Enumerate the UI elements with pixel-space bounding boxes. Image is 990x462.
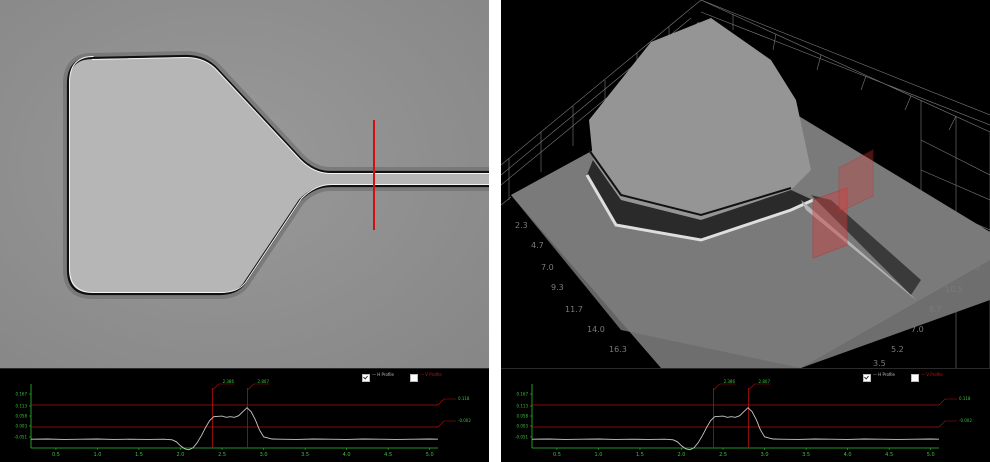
- x-tick-label: 4.5: [885, 452, 893, 458]
- x-tick-label: 1.5: [135, 452, 143, 458]
- v-profile-legend: — V Profile: [420, 372, 442, 377]
- y-axis-tick-label: 12.2: [963, 263, 981, 272]
- x-tick-label: 2.5: [218, 452, 226, 458]
- level-line-low-leader: [437, 420, 456, 428]
- y-tick-label: 0.167: [517, 392, 529, 397]
- level-high-label: 0.118: [458, 396, 470, 401]
- level-line-low-leader: [938, 420, 957, 428]
- x-tick-label: 1.0: [93, 452, 101, 458]
- cursor-label: 2.386: [724, 379, 736, 384]
- surface-3d-view[interactable]: 2.3 4.7 7.0 9.3 11.7 14.0 16.3 14.7 12.2 10.5 8.7…: [501, 0, 990, 368]
- v-profile-checkbox[interactable]: [410, 374, 418, 382]
- profile-plot-right: 0.167 0.113 0.058 0.003 -0.051 0.5 1.0 1.5 2.0 2.…: [501, 369, 990, 462]
- level-line-high-leader: [437, 398, 456, 406]
- y-tick-label: 0.113: [16, 404, 28, 409]
- y-tick-label: -0.051: [14, 435, 27, 440]
- y-tick-label: -0.051: [515, 435, 528, 440]
- level-high-label: 0.118: [959, 396, 971, 401]
- y-tick-label: 0.003: [16, 424, 28, 429]
- y-tick-label: 0.058: [517, 414, 529, 419]
- h-profile-checkbox-right[interactable]: [863, 374, 871, 382]
- profile-plot: 0.167 0.113 0.058 0.003 -0.051 0.5 1.0 1.5 2.0 2.…: [0, 369, 489, 462]
- cursor-leader: [247, 383, 270, 391]
- cursor-leader: [713, 383, 736, 391]
- x-tick-label: 4.0: [343, 452, 351, 458]
- microscope-image: [0, 0, 489, 368]
- x-tick-label: 3.0: [761, 452, 769, 458]
- x-tick-label: 0.5: [553, 452, 561, 458]
- x-tick-label: 3.5: [301, 452, 309, 458]
- left-pane: 0.167 0.113 0.058 0.003 -0.051 0.5 1.0 1.5 2.0 2.…: [0, 0, 489, 462]
- y-axis-tick-label: 7.0: [911, 325, 924, 334]
- surface-3d-plot: 2.3 4.7 7.0 9.3 11.7 14.0 16.3 14.7 12.2 10.5 8.7…: [501, 0, 990, 368]
- v-profile-legend-right: — V Profile: [921, 372, 943, 377]
- h-profile-legend-right: — H Profile: [873, 372, 895, 377]
- x-axis-tick-label: 14.0: [587, 325, 605, 334]
- h-profile-line: [531, 407, 940, 451]
- cursor-label: 2.807: [759, 379, 771, 384]
- x-axis-tick-label: 16.3: [609, 345, 627, 354]
- y-tick-label: 0.058: [16, 414, 28, 419]
- x-axis-tick-label: 9.3: [551, 283, 564, 292]
- y-tick-label: 0.167: [16, 392, 28, 397]
- cursor-leader: [212, 383, 235, 391]
- x-tick-label: 1.0: [594, 452, 602, 458]
- x-tick-label: 2.5: [719, 452, 727, 458]
- x-tick-label: 1.5: [636, 452, 644, 458]
- x-tick-label: 4.5: [384, 452, 392, 458]
- x-tick-label: 5.0: [426, 452, 434, 458]
- level-line-high-leader: [938, 398, 957, 406]
- x-axis-tick-label: 4.7: [531, 241, 544, 250]
- x-tick-label: 2.0: [177, 452, 185, 458]
- y-axis-tick-label: 14.7: [977, 243, 990, 252]
- x-tick-label: 3.0: [260, 452, 268, 458]
- level-low-label: -0.002: [458, 418, 471, 423]
- v-profile-checkbox-right[interactable]: [911, 374, 919, 382]
- microscope-image-view[interactable]: [0, 0, 489, 368]
- x-tick-label: 3.5: [802, 452, 810, 458]
- cursor-leader: [748, 383, 771, 391]
- x-tick-label: 2.0: [678, 452, 686, 458]
- h-profile-checkbox[interactable]: [362, 374, 370, 382]
- level-low-label: -0.002: [959, 418, 972, 423]
- x-axis-tick-label: 2.3: [515, 221, 528, 230]
- x-axis-tick-label: 11.7: [565, 305, 583, 314]
- y-axis-tick-label: 5.2: [891, 345, 904, 354]
- x-tick-label: 5.0: [927, 452, 935, 458]
- y-tick-label: 0.003: [517, 424, 529, 429]
- h-profile-legend: — H Profile: [372, 372, 394, 377]
- x-tick-label: 0.5: [52, 452, 60, 458]
- y-axis-tick-label: 8.7: [929, 305, 942, 314]
- h-profile-line: [30, 407, 439, 451]
- x-tick-label: 4.0: [844, 452, 852, 458]
- y-tick-label: 0.113: [517, 404, 529, 409]
- cursor-label: 2.386: [223, 379, 235, 384]
- cursor-label: 2.807: [258, 379, 270, 384]
- y-axis-tick-label: 3.5: [873, 359, 886, 368]
- x-axis-tick-label: 7.0: [541, 263, 554, 272]
- right-pane: 2.3 4.7 7.0 9.3 11.7 14.0 16.3 14.7 12.2 10.5 8.7…: [501, 0, 990, 462]
- y-axis-tick-label: 10.5: [945, 285, 963, 294]
